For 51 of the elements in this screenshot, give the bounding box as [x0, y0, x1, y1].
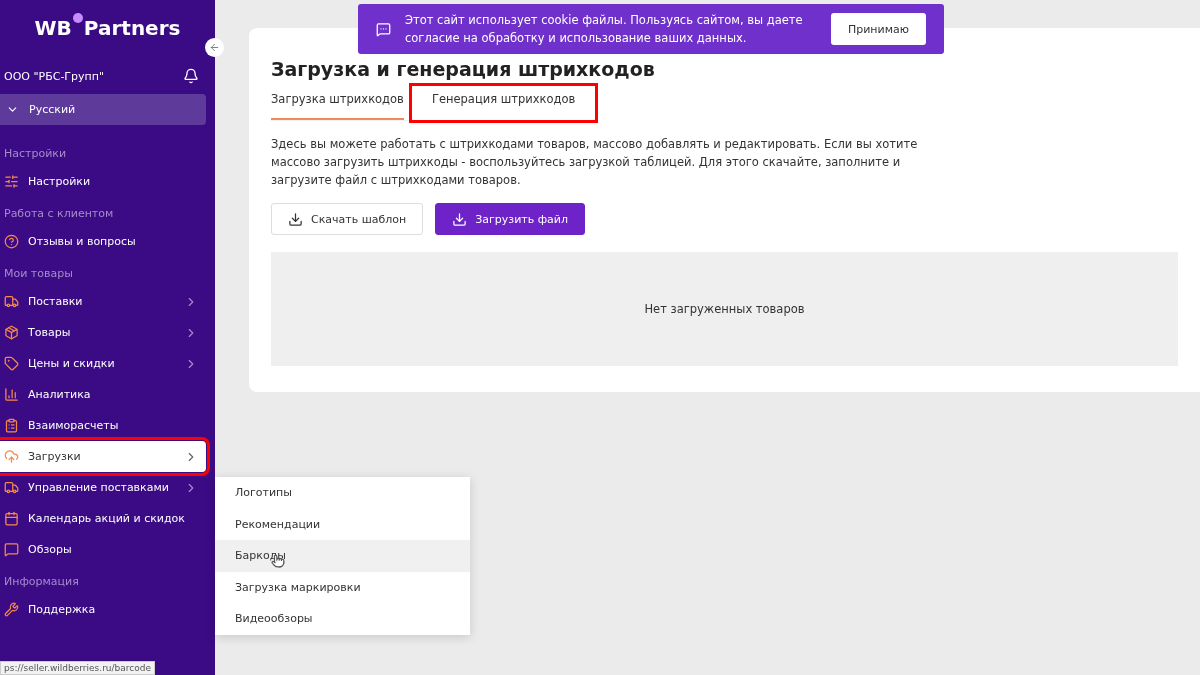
- logo-dot-icon: [72, 13, 83, 23]
- empty-text: Нет загруженных товаров: [644, 302, 805, 316]
- cloud-upload-icon: [4, 449, 19, 464]
- clipboard-icon: [4, 418, 19, 433]
- bar-chart-icon: [4, 387, 19, 402]
- submenu-item[interactable]: Рекомендации: [215, 508, 470, 540]
- question-icon: [4, 234, 19, 249]
- nav-item[interactable]: Взаиморасчеты: [0, 410, 206, 441]
- section-title: Работа с клиентом: [3, 206, 115, 222]
- truck-icon: [4, 294, 19, 309]
- nav-item[interactable]: Аналитика: [0, 379, 206, 410]
- nav-item[interactable]: Цены и скидки: [0, 348, 206, 379]
- tab[interactable]: Загрузка штрихкодов: [271, 86, 404, 120]
- download-template-button[interactable]: Скачать шаблон: [271, 203, 424, 235]
- speech-bubble-icon: [4, 542, 19, 557]
- description-text: Здесь вы можете работать с штрихкодами товаров, массово добавлять и редактировать. Если вы хотите массово загрузить штрихкоды - воспользуйтесь загрузкой таблицей. Для этого скачайте, заполните и загрузите файл с штрихкодами товаров.: [271, 136, 919, 189]
- section-title: Мои товары: [3, 266, 74, 282]
- nav-item[interactable]: Управление поставками: [0, 472, 206, 503]
- truck-icon: [4, 480, 19, 495]
- logo-text: Partners: [83, 16, 181, 40]
- nav-item[interactable]: Календарь акций и скидок: [0, 503, 206, 534]
- arrow-left-icon: [209, 42, 220, 53]
- tag-icon: [4, 356, 19, 371]
- nav-item[interactable]: Поддержка: [0, 594, 206, 625]
- sliders-icon: [4, 174, 19, 189]
- nav-item[interactable]: Отзывы и вопросы: [0, 226, 206, 257]
- company-name: ООО "РБС-Групп": [4, 69, 104, 83]
- submenu-item[interactable]: Логотипы: [215, 477, 470, 509]
- nav-item[interactable]: Настройки: [0, 166, 206, 197]
- tab[interactable]: Генерация штрихкодов: [411, 86, 596, 120]
- box-icon: [4, 325, 19, 340]
- section-title: Информация: [3, 574, 80, 590]
- download-icon: [288, 211, 303, 227]
- cookie-text: Этот сайт использует cookie файлы. Пользуясь сайтом, вы даете согласие на обработку и использование ваших данных.: [405, 12, 804, 47]
- section-title: Настройки: [3, 146, 68, 162]
- calendar-icon: [4, 511, 19, 526]
- language-selector[interactable]: Русский: [0, 94, 206, 125]
- nav-item[interactable]: Обзоры: [0, 534, 206, 565]
- nav-item[interactable]: Товары: [0, 317, 206, 348]
- download-icon: [452, 211, 468, 227]
- upload-file-button[interactable]: Загрузить файл: [435, 203, 586, 235]
- accept-button[interactable]: Принимаю: [830, 13, 926, 45]
- wrench-icon: [4, 602, 19, 617]
- submenu-item[interactable]: Видеообзоры: [215, 603, 470, 635]
- page-title: Загрузка и генерация штрихкодов: [271, 58, 656, 80]
- logo-text: WB: [34, 16, 72, 40]
- nav-item[interactable]: Поставки: [0, 286, 206, 317]
- status-url: ps://seller.wildberries.ru/barcode: [0, 661, 156, 675]
- submenu-item[interactable]: Загрузка маркировки: [215, 571, 470, 603]
- bell-icon[interactable]: [183, 68, 199, 84]
- message-icon: [376, 21, 391, 37]
